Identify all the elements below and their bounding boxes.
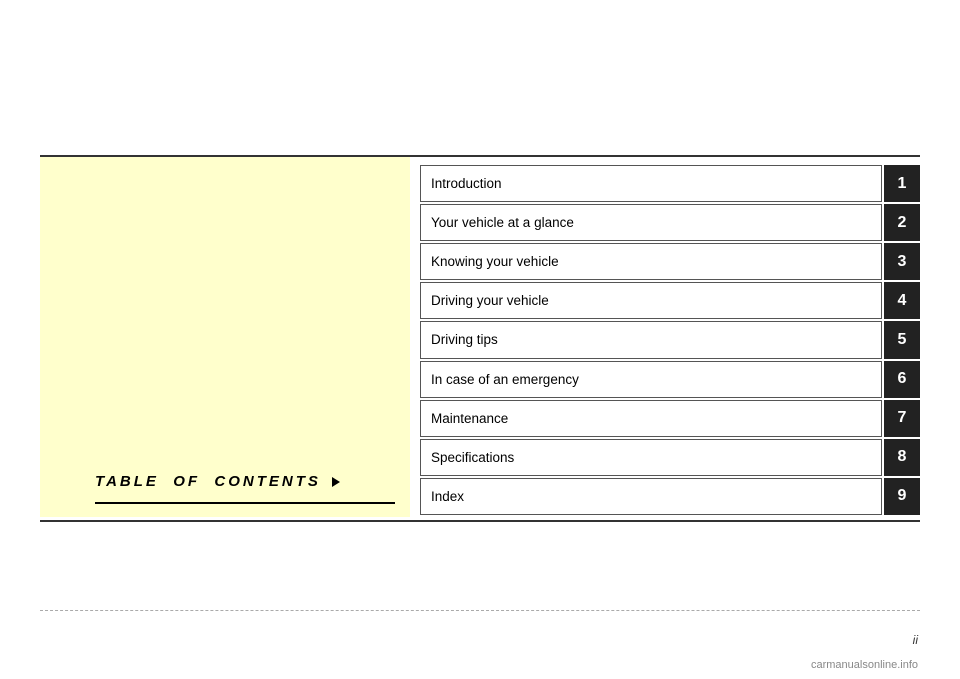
toc-row[interactable]: Your vehicle at a glance2 <box>420 204 920 241</box>
toc-row[interactable]: Index9 <box>420 478 920 515</box>
toc-label-1: Introduction <box>420 165 882 202</box>
bottom-rule <box>40 520 920 522</box>
toc-row[interactable]: Driving your vehicle4 <box>420 282 920 319</box>
dotted-rule <box>40 610 920 611</box>
page-container: TABLE OF CONTENTS Introduction1Your vehi… <box>0 0 960 679</box>
watermark: carmanualsonline.info <box>811 659 918 671</box>
toc-number-6: 6 <box>884 361 920 398</box>
toc-row[interactable]: Driving tips5 <box>420 321 920 358</box>
toc-number-9: 9 <box>884 478 920 515</box>
toc-label-8: Specifications <box>420 439 882 476</box>
toc-row[interactable]: Specifications8 <box>420 439 920 476</box>
toc-row[interactable]: In case of an emergency6 <box>420 361 920 398</box>
toc-number-7: 7 <box>884 400 920 437</box>
yellow-panel: TABLE OF CONTENTS <box>40 157 410 517</box>
toc-number-3: 3 <box>884 243 920 280</box>
toc-number-2: 2 <box>884 204 920 241</box>
toc-title: TABLE OF CONTENTS <box>95 473 340 490</box>
toc-underline <box>95 502 395 504</box>
toc-label-5: Driving tips <box>420 321 882 358</box>
toc-row[interactable]: Knowing your vehicle3 <box>420 243 920 280</box>
toc-row[interactable]: Maintenance7 <box>420 400 920 437</box>
toc-number-4: 4 <box>884 282 920 319</box>
toc-label-2: Your vehicle at a glance <box>420 204 882 241</box>
toc-label-7: Maintenance <box>420 400 882 437</box>
toc-label-area: TABLE OF CONTENTS <box>95 473 395 509</box>
toc-arrow-icon <box>332 477 340 487</box>
toc-number-5: 5 <box>884 321 920 358</box>
toc-label-6: In case of an emergency <box>420 361 882 398</box>
toc-row[interactable]: Introduction1 <box>420 165 920 202</box>
toc-number-1: 1 <box>884 165 920 202</box>
toc-label-9: Index <box>420 478 882 515</box>
toc-label-4: Driving your vehicle <box>420 282 882 319</box>
toc-label-3: Knowing your vehicle <box>420 243 882 280</box>
toc-entries: Introduction1Your vehicle at a glance2Kn… <box>420 157 920 517</box>
toc-number-8: 8 <box>884 439 920 476</box>
page-number: ii <box>913 633 918 647</box>
